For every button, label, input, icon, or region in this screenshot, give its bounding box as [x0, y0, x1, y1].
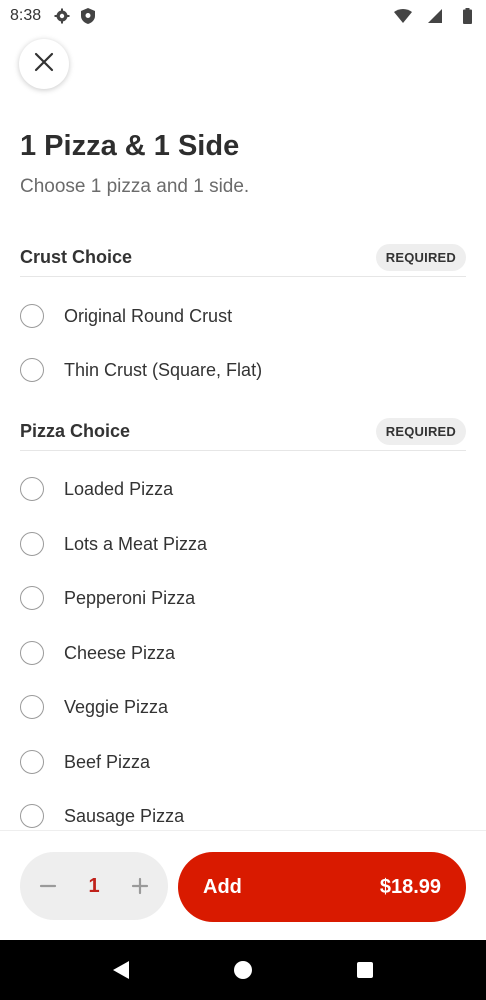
minus-icon: [39, 884, 57, 888]
option-lots-a-meat-pizza[interactable]: Lots a Meat Pizza: [20, 524, 466, 564]
gear-icon: [53, 7, 71, 25]
section-title: Pizza Choice: [20, 421, 131, 441]
close-button[interactable]: [19, 39, 69, 89]
option-label: Cheese Pizza: [64, 642, 176, 663]
radio-button[interactable]: [20, 586, 44, 610]
option-label: Thin Crust (Square, Flat): [64, 359, 263, 380]
option-label: Loaded Pizza: [64, 478, 174, 499]
wifi-icon: [394, 7, 412, 25]
option-label: Sausage Pizza: [64, 805, 185, 826]
option-loaded-pizza[interactable]: Loaded Pizza: [20, 469, 466, 509]
option-label: Original Round Crust: [64, 305, 233, 326]
battery-icon: [458, 7, 476, 25]
plus-icon: [131, 877, 149, 895]
decrease-quantity-button[interactable]: [38, 876, 58, 896]
radio-button[interactable]: [20, 804, 44, 828]
section-header-crust-choice: Crust Choice REQUIRED: [20, 239, 466, 277]
increase-quantity-button[interactable]: [130, 876, 150, 896]
radio-button[interactable]: [20, 750, 44, 774]
option-pepperoni-pizza[interactable]: Pepperoni Pizza: [20, 578, 466, 618]
quantity-value: 1: [88, 874, 100, 897]
option-label: Lots a Meat Pizza: [64, 533, 208, 554]
radio-button[interactable]: [20, 358, 44, 382]
add-button-label: Add: [203, 875, 242, 898]
section-title: Crust Choice: [20, 247, 133, 267]
option-beef-pizza[interactable]: Beef Pizza: [20, 742, 466, 782]
radio-button[interactable]: [20, 304, 44, 328]
home-icon[interactable]: [233, 961, 252, 979]
required-badge: REQUIRED: [375, 244, 466, 271]
shield-icon: [79, 7, 97, 25]
option-label: Pepperoni Pizza: [64, 587, 196, 608]
option-cheese-pizza[interactable]: Cheese Pizza: [20, 633, 466, 673]
radio-button[interactable]: [20, 641, 44, 665]
option-thin-crust[interactable]: Thin Crust (Square, Flat): [20, 350, 466, 390]
quantity-stepper: 1: [20, 852, 168, 920]
section-header-pizza-choice: Pizza Choice REQUIRED: [20, 413, 466, 451]
signal-icon: [426, 7, 444, 25]
recent-apps-icon[interactable]: [357, 962, 374, 978]
option-veggie-pizza[interactable]: Veggie Pizza: [20, 687, 466, 727]
radio-button[interactable]: [20, 477, 44, 501]
add-to-order-button[interactable]: Add $18.99: [178, 852, 466, 922]
status-bar: 8:38: [0, 0, 486, 32]
page-title: 1 Pizza & 1 Side: [20, 130, 240, 162]
page-subtitle: Choose 1 pizza and 1 side.: [20, 176, 250, 197]
option-label: Beef Pizza: [64, 751, 151, 772]
add-button-price: $18.99: [379, 875, 441, 898]
required-badge: REQUIRED: [375, 418, 466, 445]
back-icon[interactable]: [112, 961, 129, 979]
option-label: Veggie Pizza: [64, 696, 169, 717]
status-time: 8:38: [10, 7, 42, 24]
radio-button[interactable]: [20, 532, 44, 556]
option-original-round-crust[interactable]: Original Round Crust: [20, 296, 466, 336]
radio-button[interactable]: [20, 695, 44, 719]
system-nav-bar: [0, 940, 486, 1000]
close-icon: [34, 52, 54, 77]
bottom-action-bar: 1 Add $18.99: [0, 830, 486, 940]
